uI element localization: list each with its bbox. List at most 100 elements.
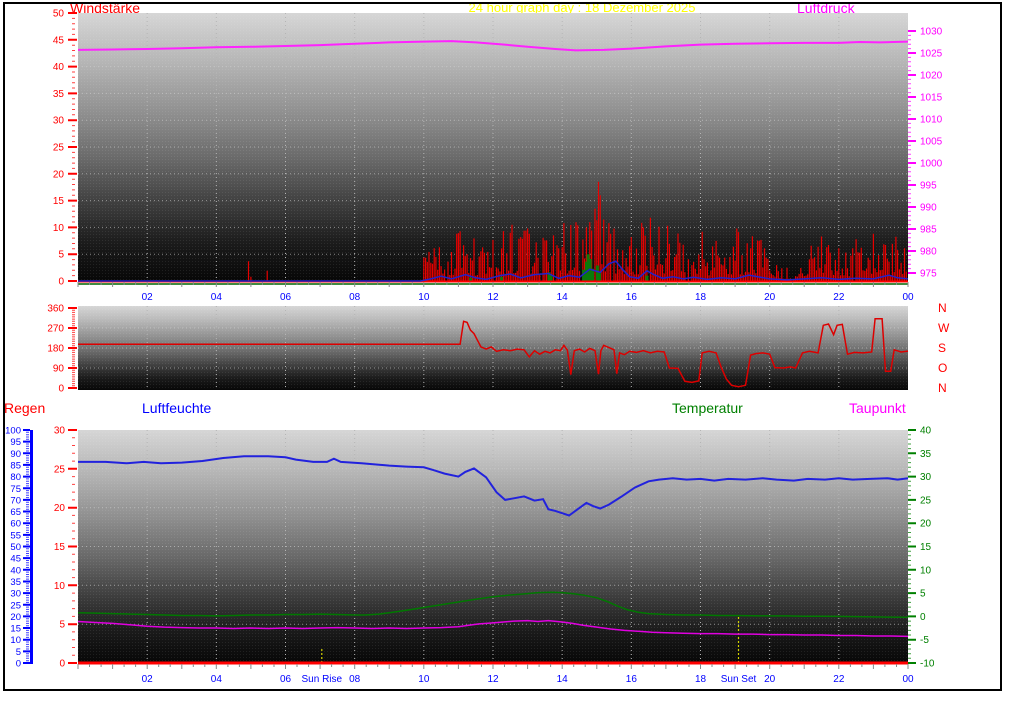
axis-tick-label: 35 bbox=[53, 89, 65, 100]
axis-tick-label: 50 bbox=[10, 542, 21, 553]
x-axis-label: 08 bbox=[349, 292, 361, 303]
axis-tick-label: 1010 bbox=[920, 115, 943, 126]
axis-tick-label: 80 bbox=[10, 472, 21, 483]
axis-tick-label: 1025 bbox=[920, 49, 943, 60]
compass-letter: O bbox=[938, 361, 947, 375]
compass-letter: N bbox=[938, 381, 947, 395]
axis-tick-label: 1000 bbox=[920, 159, 943, 170]
axis-tick-label: 0 bbox=[58, 277, 64, 288]
axis-tick-label: 25 bbox=[53, 143, 65, 154]
axis-tick-label: 90 bbox=[10, 449, 21, 460]
x-axis-label: 18 bbox=[695, 674, 707, 685]
axis-tick-label: 980 bbox=[920, 247, 937, 258]
axis-tick-label: 15 bbox=[920, 542, 932, 553]
axis-tick-label: 30 bbox=[920, 472, 932, 483]
x-axis-label: 22 bbox=[833, 674, 845, 685]
axis-tick-label: 180 bbox=[47, 344, 64, 355]
axis-tick-label: 1020 bbox=[920, 71, 943, 82]
axis-tick-label: -10 bbox=[920, 659, 935, 670]
axis-tick-label: 25 bbox=[920, 495, 932, 506]
x-axis-label: 14 bbox=[557, 292, 569, 303]
axis-tick-label: 0 bbox=[920, 612, 926, 623]
weather-graphs-svg: 0510152025303540455097598098599099510001… bbox=[3, 2, 1002, 691]
axis-tick-label: 40 bbox=[10, 565, 21, 576]
axis-tick-label: 100 bbox=[5, 426, 21, 437]
axis-tick-label: 0 bbox=[59, 659, 65, 670]
axis-tick-label: 85 bbox=[10, 460, 21, 471]
axis-major-ticks bbox=[68, 429, 77, 664]
x-axis-label: 02 bbox=[142, 292, 154, 303]
x-axis-label: 10 bbox=[418, 674, 430, 685]
axis-tick-label: 20 bbox=[10, 612, 21, 623]
x-axis-label: 04 bbox=[211, 292, 223, 303]
x-axis-label: 16 bbox=[626, 292, 638, 303]
axis-major-ticks bbox=[908, 429, 916, 664]
axis-tick-label: 990 bbox=[920, 203, 937, 214]
wind-direction-panel: 090180270360 NWSON bbox=[47, 301, 950, 395]
x-axis-label: 22 bbox=[833, 292, 845, 303]
x-axis-label: 20 bbox=[764, 674, 776, 685]
axis-tick-label: 10 bbox=[53, 223, 65, 234]
axis-major-ticks bbox=[23, 429, 30, 664]
compass-letter: N bbox=[938, 301, 947, 315]
x-axis-label: 18 bbox=[695, 292, 707, 303]
axis-tick-label: 35 bbox=[10, 577, 21, 588]
wind-pressure-panel: 0510152025303540455097598098599099510001… bbox=[53, 9, 943, 304]
axis-tick-label: 975 bbox=[920, 269, 937, 280]
axis-tick-label: 995 bbox=[920, 181, 937, 192]
x-axis-label: 06 bbox=[280, 292, 292, 303]
axis-tick-label: 75 bbox=[10, 484, 21, 495]
x-axis-label: 00 bbox=[902, 674, 914, 685]
axis-tick-label: 15 bbox=[53, 196, 65, 207]
x-axis-label: 10 bbox=[418, 292, 430, 303]
axis-tick-label: 40 bbox=[53, 62, 65, 73]
axis-tick-label: 30 bbox=[54, 426, 66, 437]
weather-app-window: { "header": { "title": "24 hour graph da… bbox=[0, 0, 1024, 705]
climate-panel: 0510152025303540455055606570758085909510… bbox=[5, 426, 935, 686]
axis-tick-label: 35 bbox=[920, 449, 932, 460]
axis-tick-label: 15 bbox=[54, 542, 66, 553]
axis-tick-label: 45 bbox=[10, 554, 21, 565]
axis-tick-label: 5 bbox=[920, 589, 926, 600]
axis-tick-label: 270 bbox=[47, 324, 64, 335]
compass-letter: S bbox=[938, 341, 946, 355]
axis-tick-label: 70 bbox=[10, 495, 21, 506]
axis-major-ticks bbox=[68, 12, 77, 282]
axis-tick-label: 15 bbox=[10, 624, 21, 635]
axis-tick-label: 0 bbox=[58, 384, 64, 395]
axis-tick-label: 20 bbox=[54, 503, 66, 514]
axis-tick-label: 25 bbox=[54, 464, 66, 475]
sunset-axis-label: Sun Set bbox=[721, 674, 757, 685]
x-axis-label: 08 bbox=[349, 674, 361, 685]
axis-tick-label: 20 bbox=[53, 169, 65, 180]
axis-tick-label: 5 bbox=[16, 647, 21, 658]
x-axis-label: 12 bbox=[487, 674, 499, 685]
axis-minor-ticks bbox=[908, 30, 911, 274]
x-axis-label: 06 bbox=[280, 674, 292, 685]
axis-major-ticks bbox=[908, 30, 916, 274]
sunrise-axis-label: Sun Rise bbox=[302, 674, 343, 685]
axis-tick-label: 985 bbox=[920, 225, 937, 236]
x-axis-label: 14 bbox=[557, 674, 569, 685]
axis-tick-label: -5 bbox=[920, 635, 929, 646]
axis-tick-label: 360 bbox=[47, 304, 64, 315]
x-axis-label: 12 bbox=[487, 292, 499, 303]
axis-tick-label: 10 bbox=[54, 581, 66, 592]
x-axis-label: 04 bbox=[211, 674, 223, 685]
axis-tick-label: 55 bbox=[10, 530, 21, 541]
axis-tick-label: 60 bbox=[10, 519, 21, 530]
axis-tick-label: 10 bbox=[10, 635, 21, 646]
x-axis-label: 16 bbox=[626, 674, 638, 685]
x-axis-ticks bbox=[77, 664, 909, 669]
x-axis-label: 20 bbox=[764, 292, 776, 303]
axis-tick-label: 1030 bbox=[920, 27, 943, 38]
axis-tick-label: 90 bbox=[53, 364, 65, 375]
axis-tick-label: 95 bbox=[10, 437, 21, 448]
x-axis-label: 00 bbox=[902, 292, 914, 303]
axis-tick-label: 65 bbox=[10, 507, 21, 518]
compass-letter: W bbox=[938, 321, 950, 335]
axis-tick-label: 5 bbox=[59, 620, 65, 631]
axis-major-ticks bbox=[68, 307, 77, 389]
axis-tick-label: 30 bbox=[53, 116, 65, 127]
axis-tick-label: 25 bbox=[10, 600, 21, 611]
